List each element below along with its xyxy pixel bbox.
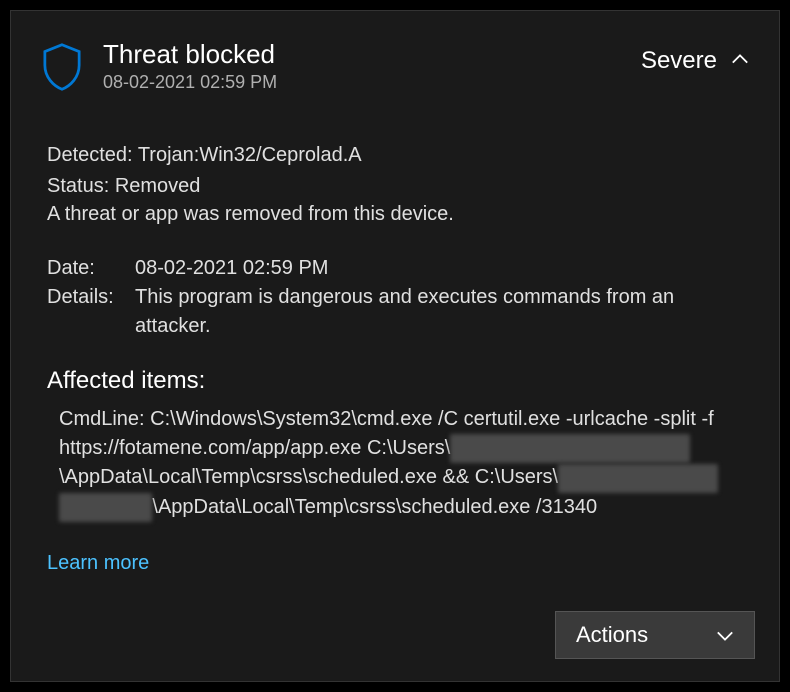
threat-description: A threat or app was removed from this de… <box>47 203 749 226</box>
chevron-up-icon <box>731 52 749 70</box>
shield-icon <box>41 43 83 91</box>
severity-toggle[interactable]: Severe <box>641 47 749 75</box>
header-left: Threat blocked 08-02-2021 02:59 PM <box>41 39 277 93</box>
details-label: Details: <box>47 283 135 312</box>
affected-items-title: Affected items: <box>47 367 749 395</box>
status-label: Status: <box>47 175 109 197</box>
details-block: Date: 08-02-2021 02:59 PM Details: This … <box>47 254 749 341</box>
affected-items-body: CmdLine: C:\Windows\System32\cmd.exe /C … <box>47 405 749 522</box>
learn-more-link[interactable]: Learn more <box>47 552 149 575</box>
header-timestamp: 08-02-2021 02:59 PM <box>103 72 277 93</box>
threat-panel: Threat blocked 08-02-2021 02:59 PM Sever… <box>10 10 780 682</box>
detected-label: Detected: <box>47 144 133 166</box>
chevron-down-icon <box>716 622 734 648</box>
title-block: Threat blocked 08-02-2021 02:59 PM <box>103 39 277 93</box>
panel-body: Detected: Trojan:Win32/Ceprolad.A Status… <box>41 141 749 575</box>
severity-label: Severe <box>641 47 717 75</box>
status-value: Removed <box>115 175 201 197</box>
date-value: 08-02-2021 02:59 PM <box>135 254 749 283</box>
affected-text-3: \AppData\Local\Temp\csrss\scheduled.exe … <box>152 496 597 518</box>
redacted-text: XXXXXXXXXXXXXXXXXX <box>450 434 690 463</box>
actions-label: Actions <box>576 622 648 648</box>
affected-text-2: \AppData\Local\Temp\csrss\scheduled.exe … <box>59 466 558 488</box>
detected-row: Detected: Trojan:Win32/Ceprolad.A <box>47 141 749 170</box>
actions-button[interactable]: Actions <box>555 611 755 659</box>
actions-bar: Actions <box>555 611 755 659</box>
status-row: Status: Removed <box>47 172 749 201</box>
detected-value: Trojan:Win32/Ceprolad.A <box>138 144 362 166</box>
redacted-text: XXXXXXXXXXXX <box>558 464 718 493</box>
details-value: This program is dangerous and executes c… <box>135 283 749 341</box>
date-label: Date: <box>47 254 135 283</box>
details-row: Details: This program is dangerous and e… <box>47 283 749 341</box>
date-row: Date: 08-02-2021 02:59 PM <box>47 254 749 283</box>
redacted-text: XXXXXXX <box>59 493 152 522</box>
page-title: Threat blocked <box>103 39 277 70</box>
panel-header: Threat blocked 08-02-2021 02:59 PM Sever… <box>41 39 749 93</box>
